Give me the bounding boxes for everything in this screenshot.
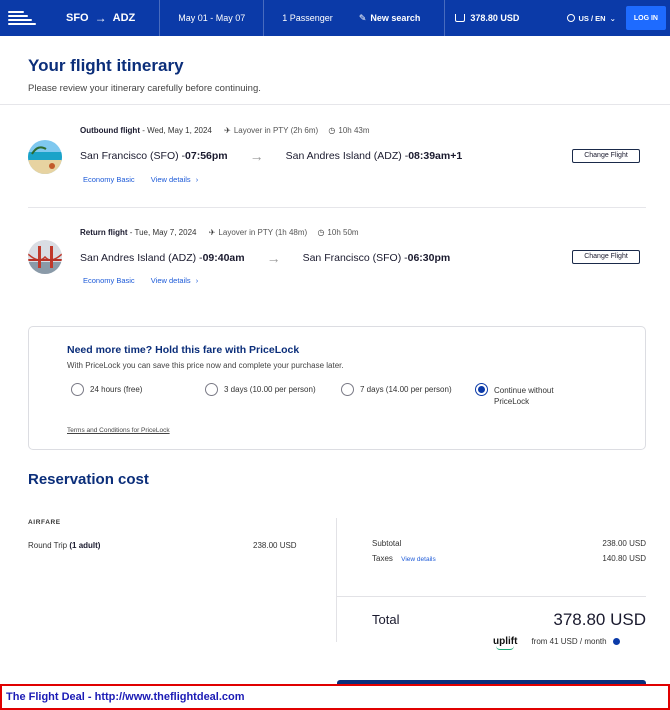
total-label: Total bbox=[372, 612, 400, 627]
login-button[interactable]: LOG IN bbox=[625, 6, 666, 30]
passenger-count[interactable]: 1 Passenger bbox=[264, 13, 351, 23]
outbound-layover: Layover in PTY (2h 6m) bbox=[233, 126, 319, 135]
return-duration: 10h 50m bbox=[327, 228, 359, 237]
origin-code: SFO bbox=[66, 12, 89, 24]
cart-summary[interactable]: 378.80 USD bbox=[445, 13, 537, 23]
section-divider bbox=[0, 104, 670, 105]
airfare-heading: AIRFARE bbox=[28, 519, 61, 526]
travel-dates[interactable]: May 01 - May 07 bbox=[160, 13, 263, 23]
layover-plane-icon: ✈ bbox=[208, 228, 216, 237]
taxes-row: Taxes View details bbox=[372, 554, 436, 563]
top-nav-bar: SFO → ADZ May 01 - May 07 1 Passenger ✎ … bbox=[0, 0, 670, 36]
round-trip-label: Round Trip (1 adult) bbox=[28, 541, 101, 550]
route-summary[interactable]: SFO → ADZ bbox=[66, 11, 135, 25]
subtotal-value: 238.00 USD bbox=[602, 539, 646, 548]
outbound-duration: 10h 43m bbox=[338, 126, 370, 135]
return-date: - Tue, May 7, 2024 bbox=[127, 228, 197, 237]
radio-button-selected[interactable] bbox=[475, 383, 488, 396]
chevron-right-icon: › bbox=[195, 276, 199, 285]
change-return-flight-button[interactable]: Change Flight bbox=[572, 250, 640, 264]
total-value: 378.80 USD bbox=[553, 610, 646, 629]
return-depart-time: 09:40am bbox=[202, 252, 245, 264]
return-fare-class[interactable]: Economy Basic bbox=[83, 276, 135, 285]
layover-plane-icon: ✈ bbox=[224, 126, 231, 135]
clock-icon: ◷ bbox=[328, 126, 336, 135]
change-outbound-flight-button[interactable]: Change Flight bbox=[572, 149, 640, 163]
return-origin: San Andres Island (ADZ) - bbox=[80, 252, 203, 264]
flight-deal-text[interactable]: The Flight Deal - http://www.theflightde… bbox=[6, 691, 245, 703]
clock-icon: ◷ bbox=[317, 228, 325, 237]
cart-icon bbox=[455, 14, 466, 22]
chevron-down-icon: ⌄ bbox=[609, 13, 616, 23]
outbound-fare-class[interactable]: Economy Basic bbox=[83, 175, 135, 184]
pricelock-title: Need more time? Hold this fare with Pric… bbox=[67, 344, 300, 356]
return-arrive-time: 06:30pm bbox=[407, 252, 451, 264]
outbound-arrive-time: 08:39am+1 bbox=[408, 150, 463, 162]
airline-logo-icon[interactable] bbox=[8, 8, 36, 28]
chevron-right-icon: › bbox=[195, 175, 199, 184]
page-subtitle: Please review your itinerary carefully b… bbox=[28, 83, 261, 94]
uplift-logo: uplift bbox=[493, 636, 518, 650]
pencil-icon: ✎ bbox=[358, 12, 367, 23]
return-view-details-link[interactable]: View details › bbox=[151, 276, 212, 285]
pricelock-subtitle: With PriceLock you can save this price n… bbox=[67, 361, 344, 370]
pricelock-terms-link[interactable]: Terms and Conditions for PriceLock bbox=[67, 427, 170, 434]
subtotal-label: Subtotal bbox=[372, 539, 402, 548]
outbound-date: - Wed, May 1, 2024 bbox=[139, 126, 212, 135]
info-icon[interactable] bbox=[612, 638, 620, 645]
radio-button[interactable] bbox=[205, 383, 218, 396]
taxes-value: 140.80 USD bbox=[602, 554, 646, 563]
total-divider bbox=[336, 596, 646, 597]
outbound-view-details-link[interactable]: View details › bbox=[151, 175, 212, 184]
uplift-financing[interactable]: uplift from 41 USD / month bbox=[493, 636, 620, 650]
flight-divider bbox=[28, 207, 646, 208]
round-trip-price: 238.00 USD bbox=[253, 541, 297, 550]
pricelock-option-7days[interactable]: 7 days (14.00 per person) bbox=[341, 383, 452, 396]
cost-column-divider bbox=[336, 518, 337, 642]
outbound-label: Outbound flight bbox=[80, 126, 140, 135]
new-search-link[interactable]: ✎ New search bbox=[351, 13, 439, 24]
outbound-destination: San Andres Island (ADZ) - bbox=[285, 150, 409, 162]
outbound-origin: San Francisco (SFO) - bbox=[80, 150, 186, 162]
page-title: Your flight itinerary bbox=[28, 56, 184, 75]
arrow-right-icon: → bbox=[266, 250, 281, 266]
return-label: Return flight bbox=[80, 228, 128, 237]
uplift-monthly-text: from 41 USD / month bbox=[531, 637, 607, 646]
pricelock-option-3days[interactable]: 3 days (10.00 per person) bbox=[205, 383, 316, 396]
golden-gate-image bbox=[28, 240, 62, 274]
globe-icon bbox=[567, 14, 576, 22]
destination-code: ADZ bbox=[112, 12, 136, 24]
reservation-cost-title: Reservation cost bbox=[28, 471, 149, 488]
destination-beach-image bbox=[28, 140, 62, 174]
radio-button[interactable] bbox=[71, 383, 84, 396]
flight-deal-banner: The Flight Deal - http://www.theflightde… bbox=[0, 684, 670, 710]
taxes-view-details-link[interactable]: View details bbox=[401, 556, 436, 563]
return-layover: Layover in PTY (1h 48m) bbox=[218, 228, 308, 237]
pricelock-card: Need more time? Hold this fare with Pric… bbox=[28, 326, 646, 450]
outbound-depart-time: 07:56pm bbox=[185, 150, 228, 162]
radio-button[interactable] bbox=[341, 383, 354, 396]
route-arrow-icon: → bbox=[94, 11, 107, 25]
pricelock-option-24h[interactable]: 24 hours (free) bbox=[71, 383, 142, 396]
pricelock-option-none[interactable]: Continue without PriceLock bbox=[475, 383, 574, 407]
locale-selector[interactable]: US / EN ⌄ bbox=[567, 13, 616, 23]
return-destination: San Francisco (SFO) - bbox=[302, 252, 408, 264]
arrow-right-icon: → bbox=[249, 148, 264, 164]
